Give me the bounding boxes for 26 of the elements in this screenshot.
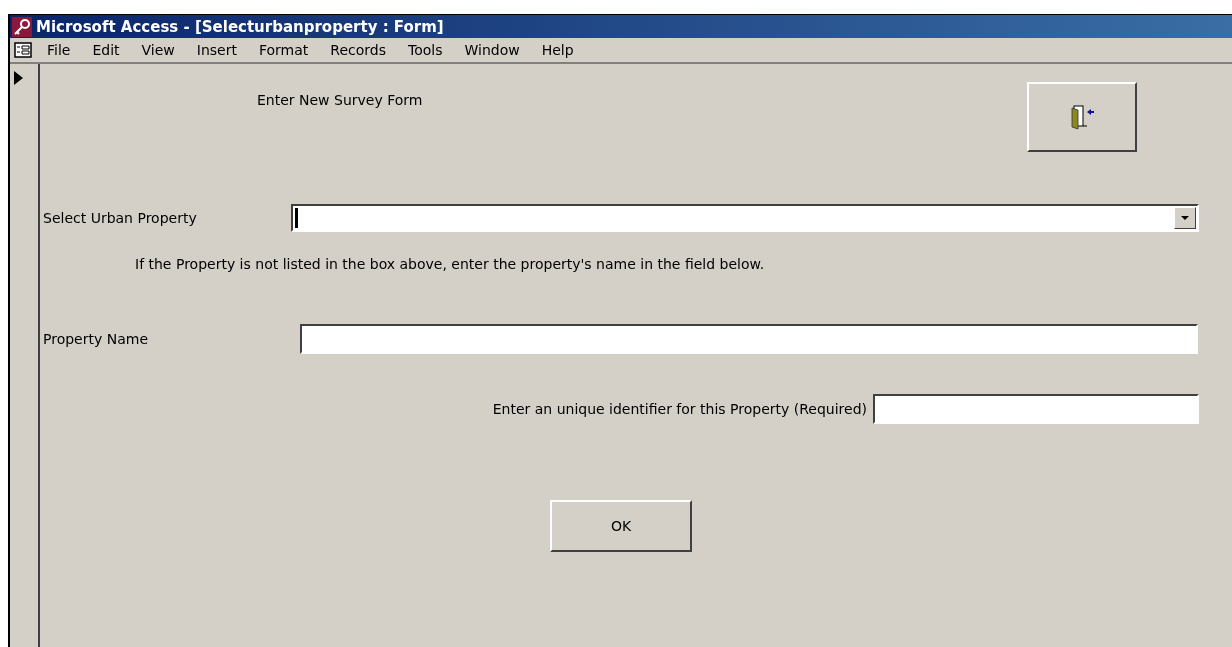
menu-item[interactable]: Tools bbox=[396, 42, 454, 58]
menu-item[interactable]: View bbox=[130, 42, 186, 58]
menu-item[interactable]: Format bbox=[247, 42, 320, 58]
ok-button[interactable]: OK bbox=[550, 500, 692, 552]
record-pointer-icon bbox=[14, 71, 23, 85]
menu-item[interactable]: Edit bbox=[81, 42, 131, 58]
hint-text: If the Property is not listed in the box above, enter the property's name in the field below. bbox=[135, 256, 766, 272]
key-icon bbox=[12, 16, 32, 37]
form-heading: Enter New Survey Form bbox=[257, 91, 423, 110]
field-label: Property Name bbox=[43, 331, 149, 347]
dropdown-button[interactable] bbox=[1174, 207, 1196, 229]
property-name-field[interactable] bbox=[300, 324, 1198, 354]
window-title: Microsoft Access - [Selecturbanproperty : Form] bbox=[36, 17, 444, 36]
caret-icon bbox=[1181, 216, 1189, 220]
identifier-field[interactable] bbox=[873, 394, 1199, 424]
door-arrow-icon bbox=[1070, 104, 1094, 130]
menu-item[interactable]: Help bbox=[530, 42, 585, 58]
menu-item[interactable]: File bbox=[36, 42, 82, 58]
property-dropdown[interactable] bbox=[291, 204, 1199, 232]
menu-item[interactable]: Window bbox=[453, 42, 531, 58]
form-icon[interactable] bbox=[14, 42, 32, 58]
field-label: Select Urban Property bbox=[43, 210, 198, 226]
exit-button[interactable] bbox=[1027, 82, 1137, 152]
menu-item[interactable]: Insert bbox=[185, 42, 248, 58]
menu-item[interactable]: Records bbox=[319, 42, 397, 58]
field-label: Enter an unique identifier for this Property (Required) bbox=[492, 401, 867, 417]
